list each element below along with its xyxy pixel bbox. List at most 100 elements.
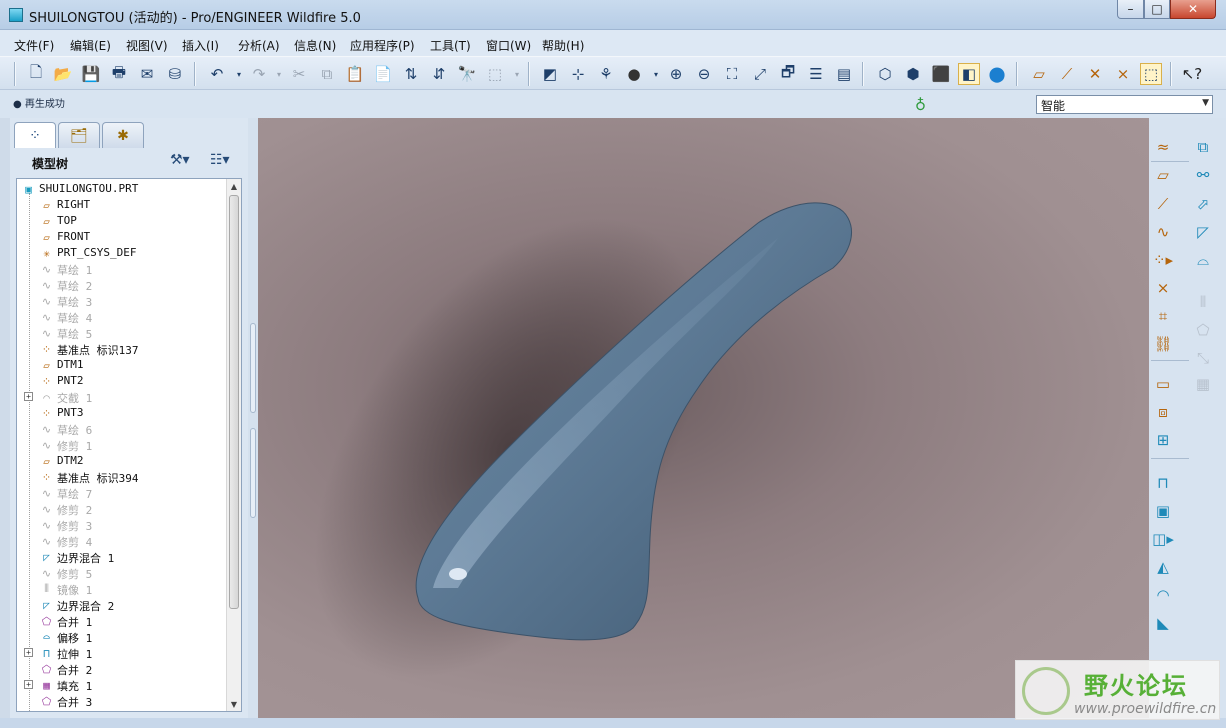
menu-insert[interactable]: 插入(I) (182, 37, 219, 54)
datum-axis-tool-icon[interactable]: ⟋ (1151, 193, 1175, 215)
layers-icon[interactable]: ☰ (805, 63, 827, 85)
annotation-display-icon[interactable]: ⬚ (1140, 63, 1162, 85)
tree-item[interactable]: ⁘ 基准点 标识137 (17, 341, 227, 358)
group-icon[interactable]: ⊞ (1151, 429, 1175, 451)
datum-plane-tool-icon[interactable]: ▱ (1151, 164, 1175, 186)
menu-file[interactable]: 文件(F) (14, 37, 54, 54)
shading-icon[interactable]: ◧ (958, 63, 980, 85)
sweep-tool-icon[interactable]: ⚯ (1191, 164, 1215, 186)
minimize-button[interactable]: – (1117, 0, 1144, 19)
refit-icon[interactable]: ⛶ (721, 63, 743, 85)
paste-icon[interactable]: 📋 (344, 63, 366, 85)
find-icon[interactable]: 🔭 (456, 63, 478, 85)
undo-dropdown-icon[interactable]: ▾ (228, 63, 250, 85)
plane-display-icon[interactable]: ▱ (1028, 63, 1050, 85)
tree-item[interactable]: ⌓ 偏移 1 (17, 629, 227, 646)
tab-model-tree[interactable]: ⁘ (14, 122, 56, 148)
menu-applications[interactable]: 应用程序(P) (350, 37, 415, 54)
tree-item[interactable]: + ⌒ 交截 1 (17, 389, 227, 405)
tree-item[interactable]: ∿ 修剪 2 (17, 501, 227, 518)
tree-item[interactable]: ∿ 修剪 1 (17, 437, 227, 454)
tree-item[interactable]: ▱ DTM2 (17, 453, 227, 469)
selection-filter-dropdown[interactable]: 智能 ▼ (1036, 95, 1213, 114)
enhanced-realism-icon[interactable]: ⬤ (986, 63, 1008, 85)
faucet-model-render[interactable] (258, 118, 1149, 718)
menu-window[interactable]: 窗口(W) (486, 37, 531, 54)
select-box-icon[interactable]: ⬚ (484, 63, 506, 85)
menu-help[interactable]: 帮助(H) (542, 37, 584, 54)
csys-tool-icon[interactable]: ⨯ (1151, 277, 1175, 299)
tree-item[interactable]: ∿ 草绘 3 (17, 293, 227, 310)
menu-tools[interactable]: 工具(T) (430, 37, 471, 54)
save-icon[interactable]: 💾 (80, 63, 102, 85)
panel-splitter[interactable] (248, 118, 258, 718)
boundary-blend-tool-icon[interactable]: ◸ (1191, 221, 1215, 243)
tree-scrollbar[interactable]: ▲ ▼ (226, 179, 241, 711)
send-mail-icon[interactable]: ✉ (136, 63, 158, 85)
tree-item[interactable]: ▱ FRONT (17, 229, 227, 245)
tree-item[interactable]: ∿ 草绘 6 (17, 421, 227, 438)
tree-item[interactable]: ◸ 边界混合 1 (17, 549, 227, 566)
menu-info[interactable]: 信息(N) (294, 37, 336, 54)
tree-item[interactable]: ⁘ PNT2 (17, 373, 227, 389)
copy-feature-icon[interactable]: ▭ (1151, 373, 1175, 395)
menu-edit[interactable]: 编辑(E) (70, 37, 111, 54)
undo-icon[interactable]: ↶ (206, 63, 228, 85)
appearance-dropdown-icon[interactable]: ▾ (645, 63, 667, 85)
tree-item[interactable]: ◸ 边界混合 2 (17, 597, 227, 614)
tree-item[interactable]: ∿ 修剪 4 (17, 533, 227, 550)
pattern-icon[interactable]: ⧈ (1151, 401, 1175, 423)
tree-item[interactable]: ⁘ PNT3 (17, 405, 227, 421)
tree-item[interactable]: ⫴ 镜像 1 (17, 581, 227, 597)
expand-icon[interactable]: + (24, 392, 33, 401)
cut-icon[interactable]: ✂ (288, 63, 310, 85)
round-tool-icon[interactable]: ◠ (1151, 584, 1175, 606)
rib-tool-icon[interactable]: ◫▸ (1151, 528, 1175, 550)
tree-item[interactable]: ∿ 草绘 1 (17, 261, 227, 278)
tree-item[interactable]: ▣ SHUILONGTOU.PRT (17, 181, 227, 197)
swept-blend-icon[interactable]: ⬀ (1191, 193, 1215, 215)
context-help-icon[interactable]: ↖? (1181, 63, 1203, 85)
redo-icon[interactable]: ↷ (248, 63, 270, 85)
trim-tool-icon[interactable]: ⤡ (1191, 347, 1215, 369)
reorient-icon[interactable]: ⤢ (749, 63, 771, 85)
regen-manager-icon[interactable]: ⇵ (428, 63, 450, 85)
orient-mode-icon[interactable]: ⚘ (595, 63, 617, 85)
paste-special-icon[interactable]: 📄 (372, 63, 394, 85)
point-display-icon[interactable]: ✕ (1084, 63, 1106, 85)
tree-item[interactable]: ⬠ 合并 3 (17, 693, 227, 710)
hidden-line-icon[interactable]: ⬢ (902, 63, 924, 85)
chamfer-tool-icon[interactable]: ◣ (1151, 612, 1175, 634)
select-dropdown-icon[interactable]: ▾ (506, 63, 528, 85)
extrude-tool-icon[interactable]: ⊓ (1151, 472, 1175, 494)
expand-icon[interactable]: + (24, 680, 33, 689)
copy-icon[interactable]: ⧉ (316, 63, 338, 85)
tree-item[interactable]: ⁘ 基准点 标识394 (17, 469, 227, 486)
tree-item[interactable]: ∿ 草绘 4 (17, 309, 227, 326)
tree-item[interactable]: ✳ PRT_CSYS_DEF (17, 245, 227, 261)
print-icon[interactable]: 🖶 (108, 63, 130, 85)
open-icon[interactable]: 📂 (52, 63, 74, 85)
mirror-tool-icon[interactable]: ⫴ (1191, 291, 1215, 313)
scroll-down-icon[interactable]: ▼ (227, 697, 241, 711)
tree-item[interactable]: + ⊓ 拉伸 1 (17, 645, 227, 661)
csys-display-icon[interactable]: ⨯ (1112, 63, 1134, 85)
view-manager-icon[interactable]: ▤ (833, 63, 855, 85)
tree-item[interactable]: + ▦ 填充 1 (17, 677, 227, 693)
expand-icon[interactable]: + (24, 648, 33, 657)
redo-dropdown-icon[interactable]: ▾ (268, 63, 290, 85)
sketch-edit-icon[interactable]: ⛓ (1151, 333, 1175, 355)
tree-item[interactable]: ▱ DTM1 (17, 357, 227, 373)
style-tool-icon[interactable]: ⌓ (1191, 249, 1215, 271)
saved-views-icon[interactable]: 🗗 (777, 63, 799, 85)
revolve-tool-icon[interactable]: ⧉ (1191, 136, 1215, 158)
repaint-icon[interactable]: ◩ (539, 63, 561, 85)
new-icon[interactable]: 🗋 (25, 63, 47, 85)
scroll-thumb[interactable] (229, 195, 239, 609)
wireframe-icon[interactable]: ⬡ (874, 63, 896, 85)
tree-item[interactable]: ⬠ 合并 1 (17, 613, 227, 630)
zoom-in-icon[interactable]: ⊕ (665, 63, 687, 85)
merge-tool-icon[interactable]: ⬠ (1191, 319, 1215, 341)
regenerate-icon[interactable]: ⇅ (400, 63, 422, 85)
scroll-up-icon[interactable]: ▲ (227, 179, 241, 193)
